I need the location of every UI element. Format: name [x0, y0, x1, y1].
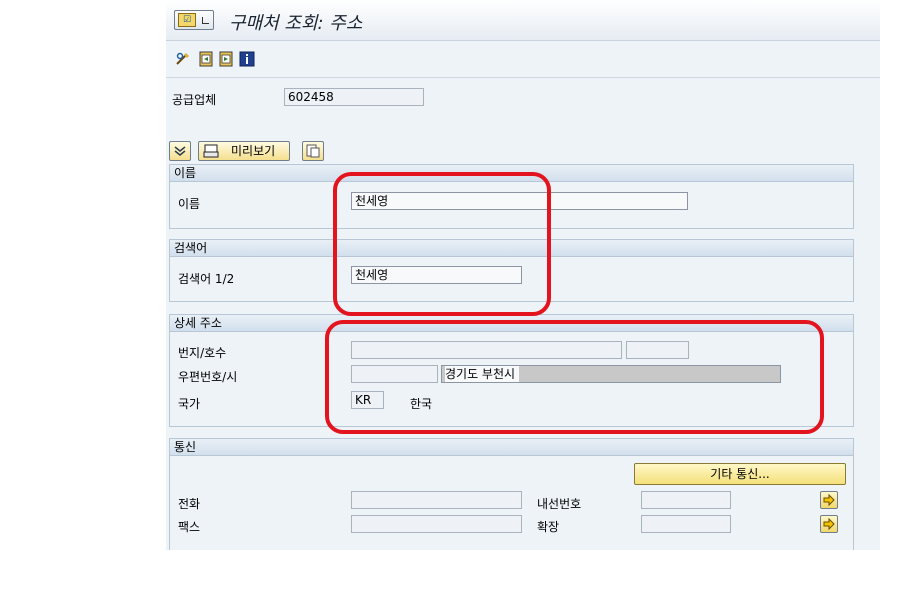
country-name: 한국	[410, 397, 433, 411]
page-forward-icon	[219, 51, 233, 67]
postal-code-field[interactable]	[351, 365, 438, 383]
country-code-field[interactable]: KR	[351, 391, 384, 409]
vendor-label: 공급업체	[172, 93, 217, 107]
expand-button[interactable]	[169, 141, 191, 161]
sap-window: ☑ 구매처 조회: 주소 공급업체 602458 미리보기 이름 이름 천세영 …	[166, 0, 880, 550]
fax-more-button[interactable]	[820, 515, 838, 533]
extension-label: 내선번호	[537, 497, 582, 511]
info-button[interactable]	[239, 51, 255, 67]
preview-button[interactable]: 미리보기	[198, 141, 290, 161]
system-menu-button[interactable]: ☑	[174, 10, 214, 30]
document-copy-icon	[306, 144, 320, 158]
name-section: 이름 이름 천세영	[169, 164, 854, 229]
name-label: 이름	[178, 197, 201, 211]
title-bar: ☑ 구매처 조회: 주소	[166, 0, 880, 41]
search-term-label: 검색어 1/2	[178, 272, 235, 286]
printer-icon	[203, 144, 219, 158]
edit-toggle-button[interactable]	[175, 51, 191, 67]
arrow-right-icon	[823, 494, 835, 506]
communication-section-title: 통신	[170, 439, 853, 456]
page-back-icon	[199, 51, 213, 67]
previous-entry-button[interactable]	[198, 51, 214, 67]
street-field[interactable]	[351, 341, 622, 359]
city-field[interactable]: 경기도 부천시	[441, 365, 781, 383]
other-communication-button[interactable]: 기타 통신...	[634, 463, 846, 485]
phone-label: 전화	[178, 497, 201, 511]
fax-label: 팩스	[178, 520, 201, 534]
arrow-right-icon	[823, 518, 835, 530]
address-section: 상세 주소 번지/호수 우편번호/시 경기도 부천시 국가 KR 한국	[169, 314, 854, 427]
search-term-field[interactable]: 천세영	[351, 266, 522, 284]
fax-extension-field[interactable]	[641, 515, 731, 533]
search-term-section-title: 검색어	[170, 240, 853, 257]
communication-section: 통신 기타 통신... 전화 내선번호 팩스 확장	[169, 438, 854, 550]
extension-field[interactable]	[641, 491, 731, 509]
street-label: 번지/호수	[178, 346, 227, 360]
name-section-title: 이름	[170, 165, 853, 182]
city-value: 경기도 부천시	[445, 366, 520, 382]
search-term-section: 검색어 검색어 1/2 천세영	[169, 239, 854, 302]
fax-extension-label: 확장	[537, 520, 560, 534]
copy-button[interactable]	[302, 141, 324, 161]
double-chevron-down-icon	[174, 146, 186, 156]
phone-more-button[interactable]	[820, 491, 838, 509]
application-toolbar	[166, 41, 880, 78]
chevron-down-icon	[202, 17, 209, 24]
address-section-title: 상세 주소	[170, 315, 853, 332]
vendor-field[interactable]: 602458	[284, 88, 424, 106]
country-label: 국가	[178, 397, 201, 411]
preview-label: 미리보기	[231, 144, 276, 158]
next-entry-button[interactable]	[218, 51, 234, 67]
name-field[interactable]: 천세영	[351, 192, 688, 210]
house-number-field[interactable]	[626, 341, 689, 359]
info-icon	[239, 51, 255, 67]
page-title: 구매처 조회: 주소	[229, 13, 363, 34]
postal-city-label: 우편번호/시	[178, 370, 238, 384]
glasses-pencil-icon	[176, 52, 190, 65]
sap-menu-icon: ☑	[178, 13, 196, 27]
phone-field[interactable]	[351, 491, 522, 509]
fax-field[interactable]	[351, 515, 522, 533]
